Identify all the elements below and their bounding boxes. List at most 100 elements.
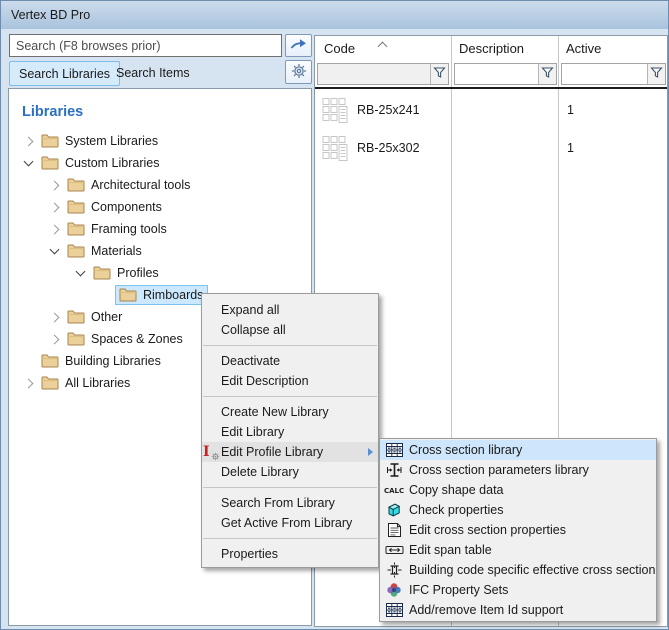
funnel-icon (650, 66, 663, 82)
search-go-button[interactable] (285, 34, 312, 57)
tree-node[interactable]: Other (63, 307, 127, 327)
chevron-right-icon[interactable] (21, 138, 37, 145)
chevron-down-icon[interactable] (21, 161, 37, 165)
tree-node[interactable]: Building Libraries (37, 351, 166, 371)
tree-item-framing-tools[interactable]: Framing tools (9, 218, 311, 240)
tree-node[interactable]: System Libraries (37, 131, 163, 151)
folder-icon (41, 376, 59, 390)
submenu-item-label: Check properties (409, 503, 504, 517)
svg-text:I: I (203, 444, 210, 460)
tree-node[interactable]: Custom Libraries (37, 153, 164, 173)
tree-node[interactable]: All Libraries (37, 373, 135, 393)
gear-icon (291, 63, 307, 82)
chevron-right-icon[interactable] (47, 226, 63, 233)
description-filter-input[interactable] (455, 64, 538, 84)
chevron-right-icon[interactable] (47, 314, 63, 321)
active-filter-input[interactable] (562, 64, 647, 84)
chevron-down-icon[interactable] (47, 249, 63, 253)
tab-label: Search Items (116, 66, 190, 80)
search-settings-button[interactable] (285, 60, 312, 84)
tree-node[interactable]: Spaces & Zones (63, 329, 188, 349)
column-header-description[interactable]: Description (459, 41, 524, 56)
menu-item-create-new-library[interactable]: Create New Library (202, 402, 378, 422)
column-header-code[interactable]: Code (324, 41, 355, 56)
arrow-right-icon (290, 38, 307, 54)
menu-item-edit-profile-library[interactable]: IEdit Profile Library (202, 442, 378, 462)
menu-item-delete-library[interactable]: Delete Library (202, 462, 378, 482)
folder-icon (93, 266, 111, 280)
filter-row (315, 62, 667, 87)
chevron-down-icon[interactable] (73, 271, 89, 275)
tree-node[interactable]: Framing tools (63, 219, 172, 239)
folder-icon (67, 244, 85, 258)
tree-item-architectural-tools[interactable]: Architectural tools (9, 174, 311, 196)
tree-item-custom-libraries[interactable]: Custom Libraries (9, 152, 311, 174)
table-row[interactable]: RB-25x3021 (315, 129, 667, 167)
library-context-menu: Expand allCollapse all Deactivate Edit Des… (201, 293, 379, 568)
tab-search-items[interactable]: Search Items (107, 61, 199, 84)
submenu-item-label: Copy shape data (409, 483, 504, 497)
tree-item-label: Profiles (117, 266, 159, 280)
tree-node[interactable]: Components (63, 197, 167, 217)
menu-item-collapse-all[interactable]: Collapse all (202, 320, 378, 340)
menu-item-properties[interactable]: Properties (202, 544, 378, 564)
tree-item-label: All Libraries (65, 376, 130, 390)
submenu-item-edit-span-table[interactable]: Edit span table (380, 540, 656, 560)
tree-item-materials[interactable]: Materials (9, 240, 311, 262)
submenu-item-building-code-specific-effective-cross-section[interactable]: Building code specific effective cross s… (380, 560, 656, 580)
menu-item-label: Create New Library (221, 405, 329, 419)
menu-item-get-active-from-library[interactable]: Get Active From Library (202, 513, 378, 533)
chevron-right-icon[interactable] (47, 204, 63, 211)
code-filter-input[interactable] (318, 64, 430, 84)
submenu-item-edit-cross-section-properties[interactable]: Edit cross section properties (380, 520, 656, 540)
cell-code: RB-25x241 (357, 103, 420, 117)
tree-node-selected[interactable]: Rimboards (115, 285, 208, 305)
active-filter-funnel-button[interactable] (647, 64, 665, 84)
description-filter-funnel-button[interactable] (538, 64, 556, 84)
chevron-right-icon[interactable] (21, 380, 37, 387)
submenu-item-label: IFC Property Sets (409, 583, 508, 597)
code-filter-funnel-button[interactable] (430, 64, 448, 84)
menu-item-edit-description[interactable]: Edit Description (202, 371, 378, 391)
tree-item-profiles[interactable]: Profiles (9, 262, 311, 284)
submenu-item-label: Edit span table (409, 543, 492, 557)
sort-ascending-icon (378, 42, 388, 52)
folder-icon (67, 178, 85, 192)
menu-separator (202, 482, 378, 493)
column-header-active[interactable]: Active (566, 41, 601, 56)
submenu-item-copy-shape-data[interactable]: CALCCopy shape data (380, 480, 656, 500)
cell-code: RB-25x302 (357, 141, 420, 155)
menu-item-expand-all[interactable]: Expand all (202, 300, 378, 320)
edit-profile-library-submenu: Cross section library Cross section param… (379, 438, 657, 622)
tab-search-libraries[interactable]: Search Libraries (9, 61, 120, 86)
submenu-item-add-remove-item-id-support[interactable]: Add/remove Item Id support (380, 600, 656, 620)
menu-item-label: Edit Description (221, 374, 309, 388)
tree-item-system-libraries[interactable]: System Libraries (9, 130, 311, 152)
menu-item-search-from-library[interactable]: Search From Library (202, 493, 378, 513)
tree-node[interactable]: Materials (63, 241, 147, 261)
submenu-item-ifc-property-sets[interactable]: IFC Property Sets (380, 580, 656, 600)
submenu-item-label: Cross section library (409, 443, 522, 457)
tab-label: Search Libraries (19, 67, 110, 81)
tree-item-label: Components (91, 200, 162, 214)
menu-item-edit-library[interactable]: Edit Library (202, 422, 378, 442)
search-input[interactable] (9, 34, 282, 57)
profile-edit-icon: I (202, 443, 221, 461)
submenu-item-cross-section-parameters-library[interactable]: Cross section parameters library (380, 460, 656, 480)
item-id-grid-icon (384, 602, 404, 619)
submenu-item-cross-section-library[interactable]: Cross section library (380, 440, 656, 460)
funnel-icon (541, 66, 554, 82)
submenu-item-check-properties[interactable]: Check properties (380, 500, 656, 520)
tree-item-label: Framing tools (91, 222, 167, 236)
folder-icon (67, 200, 85, 214)
tree-item-components[interactable]: Components (9, 196, 311, 218)
profile-grid-icon (322, 135, 348, 162)
header-divider (315, 87, 667, 89)
menu-item-deactivate[interactable]: Deactivate (202, 351, 378, 371)
table-row[interactable]: RB-25x2411 (315, 91, 667, 129)
chevron-right-icon[interactable] (47, 336, 63, 343)
tree-node[interactable]: Architectural tools (63, 175, 195, 195)
chevron-right-icon[interactable] (47, 182, 63, 189)
tree-node[interactable]: Profiles (89, 263, 164, 283)
code-filter-cell (317, 63, 449, 85)
